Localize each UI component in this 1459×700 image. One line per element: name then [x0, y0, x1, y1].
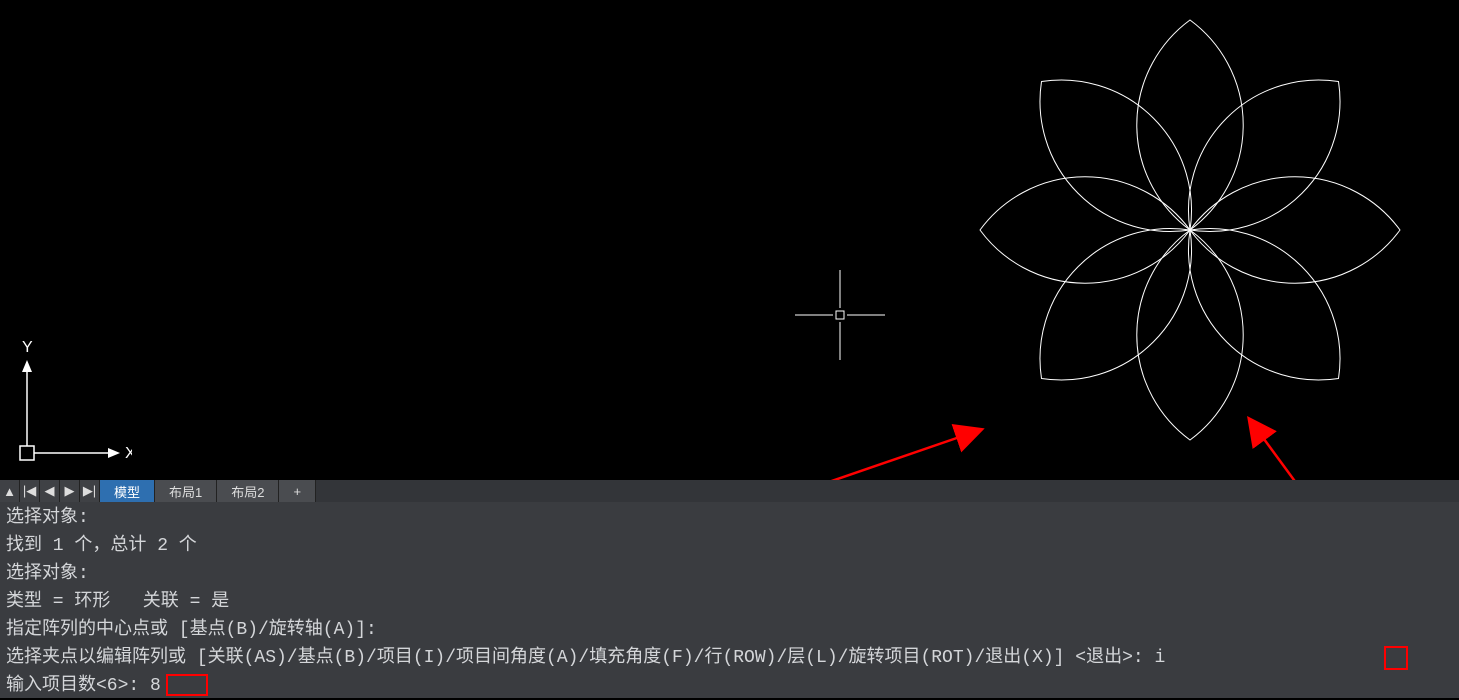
- tab-layout2[interactable]: 布局2: [217, 480, 279, 502]
- tab-layout1-label: 布局1: [169, 482, 202, 501]
- ucs-icon: X Y: [12, 338, 132, 468]
- tab-prev-icon[interactable]: ◀: [40, 480, 60, 502]
- polar-array-drawing: [950, 0, 1430, 470]
- command-history-panel[interactable]: 选择对象: 找到 1 个，总计 2 个 选择对象: 类型 = 环形 关联 = 是…: [0, 502, 1459, 698]
- tab-next-icon[interactable]: ▶: [60, 480, 80, 502]
- history-line: 选择对象:: [6, 504, 1453, 532]
- tab-add-button[interactable]: +: [279, 480, 316, 502]
- drawing-canvas[interactable]: X Y: [0, 0, 1459, 480]
- tab-model-label: 模型: [114, 482, 140, 501]
- layout-tabbar: ▲ |◀ ◀ ▶ ▶| 模型 布局1 布局2 +: [0, 480, 1459, 502]
- tab-layout2-label: 布局2: [231, 482, 264, 501]
- history-line: 类型 = 环形 关联 = 是: [6, 588, 1453, 616]
- ucs-y-label: Y: [22, 339, 33, 356]
- tab-layout1[interactable]: 布局1: [155, 480, 217, 502]
- history-line: 输入项目数<6>: 8: [6, 672, 1453, 700]
- tab-first-icon[interactable]: |◀: [20, 480, 40, 502]
- ucs-x-label: X: [125, 445, 132, 462]
- tab-add-label: +: [293, 484, 301, 499]
- tab-scroll-up-icon[interactable]: ▲: [0, 480, 20, 502]
- history-line: 选择对象:: [6, 560, 1453, 588]
- history-line: 找到 1 个，总计 2 个: [6, 532, 1453, 560]
- tab-model[interactable]: 模型: [100, 480, 155, 502]
- crosshair-cursor: [795, 270, 885, 360]
- history-line: 选择夹点以编辑阵列或 [关联(AS)/基点(B)/项目(I)/项目间角度(A)/…: [6, 644, 1453, 672]
- tab-last-icon[interactable]: ▶|: [80, 480, 100, 502]
- history-line: 指定阵列的中心点或 [基点(B)/旋转轴(A)]:: [6, 616, 1453, 644]
